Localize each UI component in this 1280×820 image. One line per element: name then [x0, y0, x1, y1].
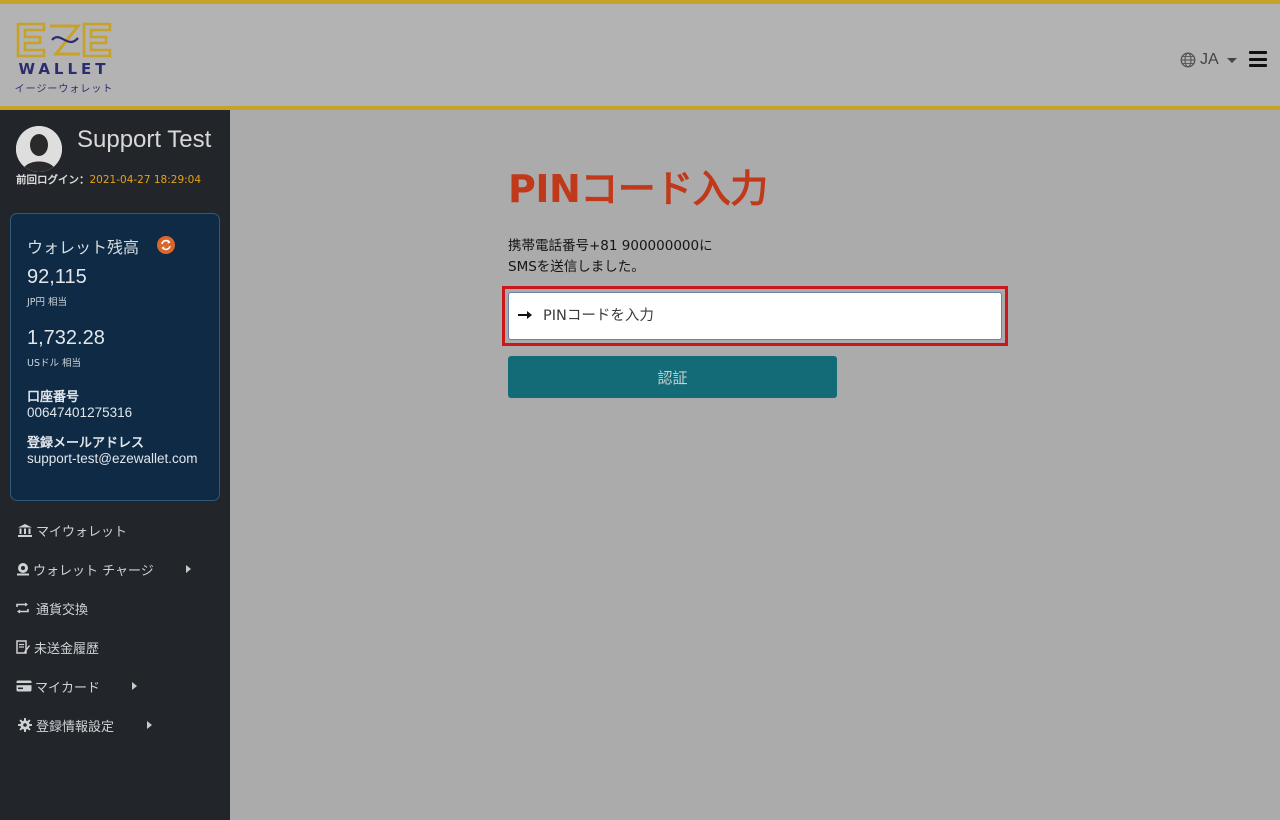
logo-katakana-text: イージーウォレット — [14, 84, 114, 95]
refresh-icon[interactable] — [157, 236, 175, 254]
last-login-label: 前回ログイン： — [16, 174, 90, 186]
caret-down-icon — [1226, 57, 1237, 63]
history-icon — [15, 640, 30, 655]
sidebar-item-label: ウォレット チャージ — [33, 563, 154, 579]
bank-icon — [17, 523, 32, 538]
exchange-icon — [15, 601, 30, 616]
sidebar-item-registration-settings[interactable]: 登録情報設定 — [0, 711, 230, 739]
account-number: 00647401275316 — [27, 405, 133, 420]
deposit-icon — [15, 562, 30, 577]
sidebar-item-label: マイウォレット — [36, 524, 128, 540]
sidebar-item-label: 通貨交換 — [36, 602, 89, 618]
sidebar-item-my-wallet[interactable]: マイウォレット — [0, 516, 230, 544]
language-label: JA — [1200, 51, 1219, 68]
sidebar-item-label: マイカード — [35, 680, 101, 696]
sms-message-line-1: 携帯電話番号+81 900000000に — [508, 238, 713, 254]
jpy-balance: 92,115 — [27, 266, 87, 288]
sidebar-item-label: 登録情報設定 — [36, 719, 115, 735]
avatar — [16, 126, 62, 172]
pin-input-field[interactable] — [508, 292, 1002, 340]
email-label: 登録メールアドレス — [27, 436, 145, 451]
sidebar-item-label: 未送金履歴 — [34, 641, 100, 657]
user-name: Support Test — [77, 126, 212, 153]
sidebar-item-currency-exchange[interactable]: 通貨交換 — [0, 594, 230, 622]
language-selector[interactable]: JA — [1180, 50, 1237, 70]
usd-balance: 1,732.28 — [27, 327, 105, 349]
eze-wallet-logo[interactable]: WALLET イージーウォレット — [14, 22, 114, 96]
user-silhouette-icon — [16, 126, 62, 172]
caret-right-icon — [132, 682, 137, 690]
last-login-timestamp: 2021-04-27 18:29:04 — [89, 174, 202, 186]
top-header: WALLET イージーウォレット JA — [0, 0, 1280, 110]
credit-card-icon — [15, 679, 32, 694]
sidebar-item-unsent-history[interactable]: 未送金履歴 — [0, 633, 230, 661]
account-number-label: 口座番号 — [27, 390, 80, 405]
last-login: 前回ログイン：2021-04-27 18:29:04 — [16, 172, 201, 187]
hamburger-menu-icon[interactable] — [1249, 51, 1267, 67]
jpy-unit: JP円 相当 — [27, 297, 68, 308]
wallet-balance-card: ウォレット残高 92,115 JP円 相当 1,732.28 USドル 相当 口… — [10, 213, 220, 501]
eze-logo-icon — [16, 22, 112, 58]
verify-button[interactable]: 認証 — [508, 356, 837, 398]
sms-message-line-2: SMSを送信しました。 — [508, 259, 645, 275]
page-title: PINコード入力 — [508, 167, 768, 211]
sidebar-item-my-card[interactable]: マイカード — [0, 672, 230, 700]
globe-icon — [1180, 52, 1196, 68]
usd-unit: USドル 相当 — [27, 358, 82, 369]
sms-sent-message: 携帯電話番号+81 900000000に SMSを送信しました。 — [508, 236, 713, 278]
balance-title: ウォレット残高 — [27, 238, 140, 257]
arrow-right-icon — [518, 311, 532, 319]
sidebar: Support Test 前回ログイン：2021-04-27 18:29:04 … — [0, 110, 230, 820]
gear-icon — [17, 718, 32, 733]
logo-wallet-text: WALLET — [18, 60, 110, 78]
pin-code-input[interactable] — [543, 293, 983, 339]
caret-right-icon — [186, 565, 191, 573]
caret-right-icon — [147, 721, 152, 729]
registered-email: support-test@ezewallet.com — [27, 451, 198, 466]
sidebar-item-wallet-charge[interactable]: ウォレット チャージ — [0, 555, 230, 583]
